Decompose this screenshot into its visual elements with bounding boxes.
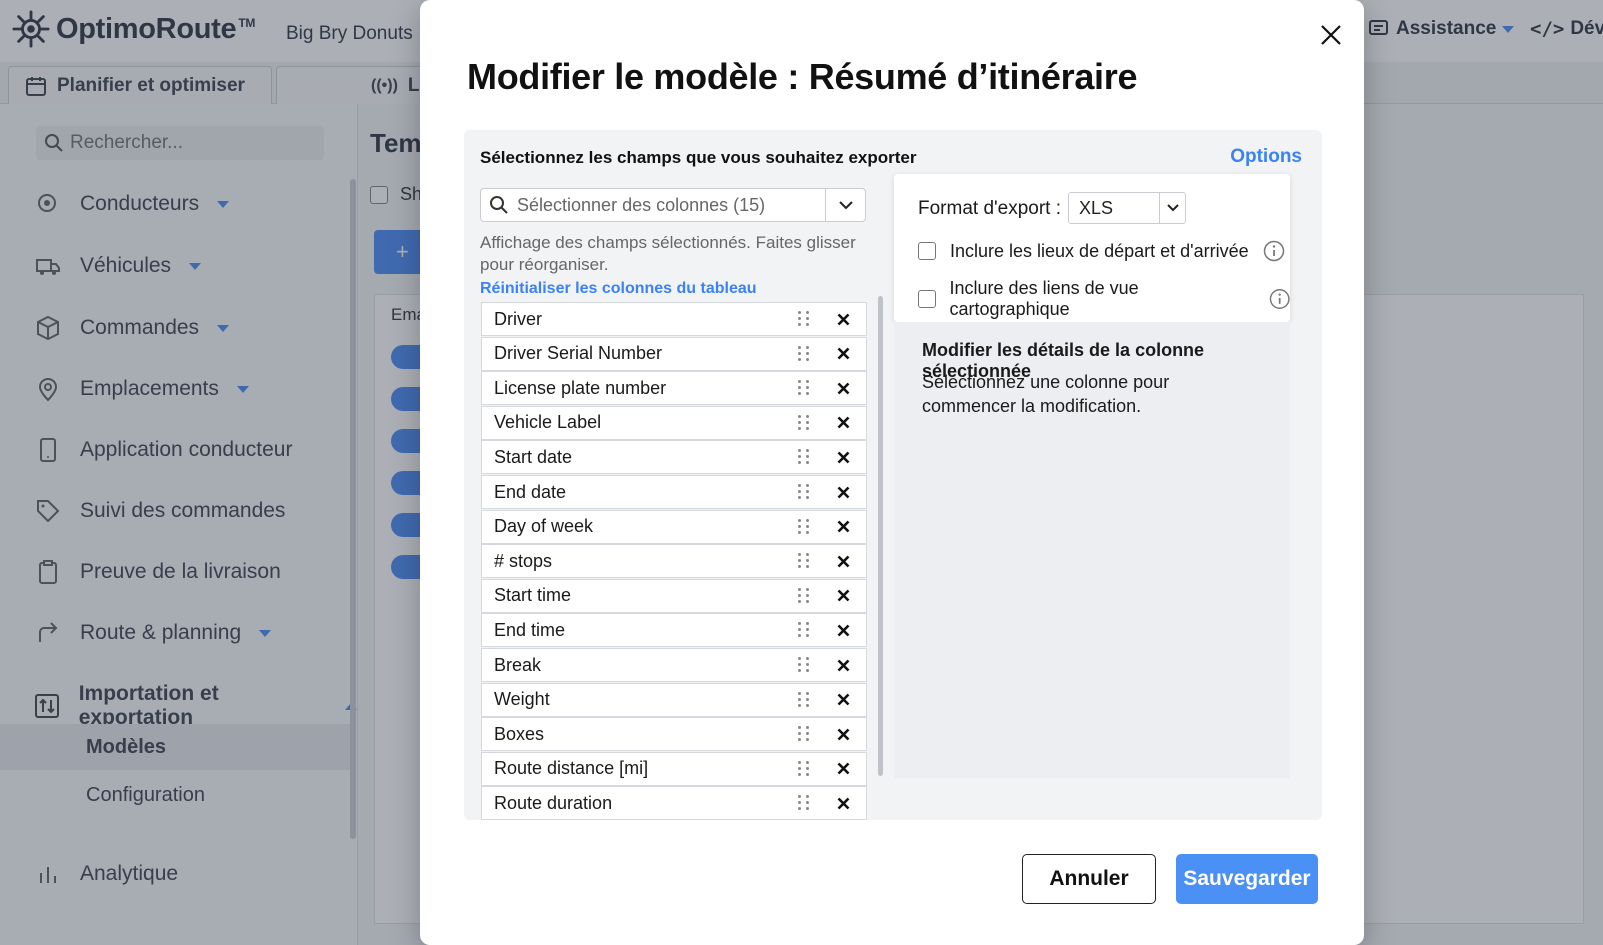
- info-icon[interactable]: [1263, 240, 1285, 262]
- column-label: Start date: [494, 446, 573, 467]
- drag-handle-icon[interactable]: [798, 587, 810, 604]
- remove-column-icon[interactable]: [832, 693, 854, 706]
- drag-handle-icon[interactable]: [798, 657, 810, 673]
- chevron-down-icon: [1159, 193, 1185, 223]
- column-label: Driver Serial Number: [494, 343, 663, 364]
- remove-column-icon[interactable]: [832, 555, 854, 568]
- drag-handle-icon[interactable]: [798, 726, 810, 742]
- export-options-card: Format d'export : XLS Inclure les lieux …: [894, 174, 1290, 322]
- remove-column-icon[interactable]: [832, 416, 854, 429]
- remove-column-icon[interactable]: [832, 520, 854, 533]
- drag-handle-icon[interactable]: [798, 691, 810, 708]
- remove-column-icon[interactable]: [832, 659, 854, 672]
- column-row[interactable]: License plate number: [481, 371, 867, 406]
- fields-panel: Sélectionnez les champs que vous souhait…: [464, 130, 1322, 820]
- remove-column-icon[interactable]: [832, 797, 854, 810]
- column-row[interactable]: Route distance [mi]: [481, 751, 867, 786]
- selected-columns-list: Driver Driver Serial Number License plate …: [481, 302, 867, 820]
- drag-handle-icon[interactable]: [798, 795, 810, 811]
- drag-handle-icon[interactable]: [798, 760, 810, 777]
- column-label: Break: [494, 654, 542, 675]
- save-button[interactable]: Sauvegarder: [1176, 854, 1318, 904]
- include-map-links-option[interactable]: Inclure des liens de vue cartographique: [918, 278, 1290, 320]
- column-select-placeholder: Sélectionner des colonnes (15): [517, 194, 766, 215]
- remove-column-icon[interactable]: [832, 624, 854, 637]
- search-icon: [481, 195, 517, 215]
- close-button[interactable]: [1316, 20, 1346, 50]
- column-row[interactable]: Weight: [481, 682, 867, 717]
- column-row[interactable]: End date: [481, 475, 867, 509]
- include-map-links-checkbox[interactable]: [918, 290, 936, 308]
- column-label: End time: [494, 619, 566, 640]
- drag-handle-icon[interactable]: [798, 380, 810, 396]
- column-label: Route distance [mi]: [494, 758, 649, 779]
- helper-text: Affichage des champs sélectionnés. Faite…: [480, 233, 856, 274]
- cancel-button[interactable]: Annuler: [1022, 854, 1156, 904]
- include-start-end-label: Inclure les lieux de départ et d'arrivée: [950, 240, 1249, 261]
- include-map-links-label: Inclure des liens de vue cartographique: [949, 278, 1139, 319]
- export-format-label: Format d'export :: [918, 198, 1062, 219]
- column-label: Route duration: [494, 792, 613, 813]
- options-link[interactable]: Options: [1230, 146, 1302, 168]
- column-row[interactable]: Start time: [481, 578, 867, 613]
- export-format-select[interactable]: XLS: [1068, 192, 1186, 224]
- column-label: End date: [494, 481, 567, 502]
- column-label: Vehicle Label: [494, 412, 602, 433]
- column-label: Boxes: [494, 723, 545, 744]
- fields-heading: Sélectionnez les champs que vous souhait…: [480, 148, 917, 167]
- columns-scrollbar[interactable]: [878, 296, 883, 776]
- remove-column-icon[interactable]: [832, 762, 854, 775]
- chevron-down-icon[interactable]: [825, 189, 865, 221]
- drag-handle-icon[interactable]: [798, 311, 810, 327]
- column-row[interactable]: End time: [481, 613, 867, 648]
- include-start-end-option[interactable]: Inclure les lieux de départ et d'arrivée: [918, 240, 1285, 262]
- export-format-value: XLS: [1079, 197, 1114, 218]
- drag-handle-icon[interactable]: [798, 484, 810, 500]
- include-start-end-checkbox[interactable]: [918, 242, 936, 260]
- column-details-text: Sélectionnez une colonne pour commencer …: [922, 372, 1170, 416]
- edit-template-modal: Modifier le modèle : Résumé d’itinéraire…: [420, 0, 1364, 945]
- remove-column-icon[interactable]: [832, 451, 854, 464]
- column-details-box: Modifier les détails de la colonne sélec…: [894, 322, 1290, 778]
- column-row[interactable]: Day of week: [481, 509, 867, 544]
- info-icon[interactable]: [1269, 288, 1290, 310]
- column-label: Driver: [494, 308, 542, 329]
- column-row[interactable]: Break: [481, 648, 867, 682]
- remove-column-icon[interactable]: [832, 347, 854, 360]
- column-label: Start time: [494, 585, 572, 606]
- column-label: Day of week: [494, 516, 594, 537]
- column-row[interactable]: Driver Serial Number: [481, 336, 867, 371]
- drag-handle-icon[interactable]: [798, 622, 810, 638]
- drag-handle-icon[interactable]: [798, 449, 810, 465]
- column-row[interactable]: Driver: [481, 302, 867, 336]
- column-row[interactable]: Start date: [481, 440, 867, 475]
- close-icon: [1321, 25, 1341, 45]
- remove-column-icon[interactable]: [832, 382, 854, 395]
- modal-title: Modifier le modèle : Résumé d’itinéraire: [467, 56, 1138, 97]
- column-row[interactable]: Route duration: [481, 786, 867, 820]
- drag-handle-icon[interactable]: [798, 414, 810, 431]
- reset-columns-link[interactable]: Réinitialiser les colonnes du tableau: [480, 280, 757, 298]
- column-label: Weight: [494, 689, 550, 710]
- column-label: License plate number: [494, 377, 667, 398]
- column-select-dropdown[interactable]: Sélectionner des colonnes (15): [480, 188, 866, 222]
- drag-handle-icon[interactable]: [798, 553, 810, 569]
- remove-column-icon[interactable]: [832, 728, 854, 741]
- column-row[interactable]: Boxes: [481, 717, 867, 752]
- remove-column-icon[interactable]: [832, 313, 854, 326]
- column-row[interactable]: # stops: [481, 544, 867, 579]
- remove-column-icon[interactable]: [832, 589, 854, 602]
- column-row[interactable]: Vehicle Label: [481, 405, 867, 440]
- drag-handle-icon[interactable]: [798, 345, 810, 362]
- drag-handle-icon[interactable]: [798, 518, 810, 535]
- column-label: # stops: [494, 550, 553, 571]
- remove-column-icon[interactable]: [832, 486, 854, 499]
